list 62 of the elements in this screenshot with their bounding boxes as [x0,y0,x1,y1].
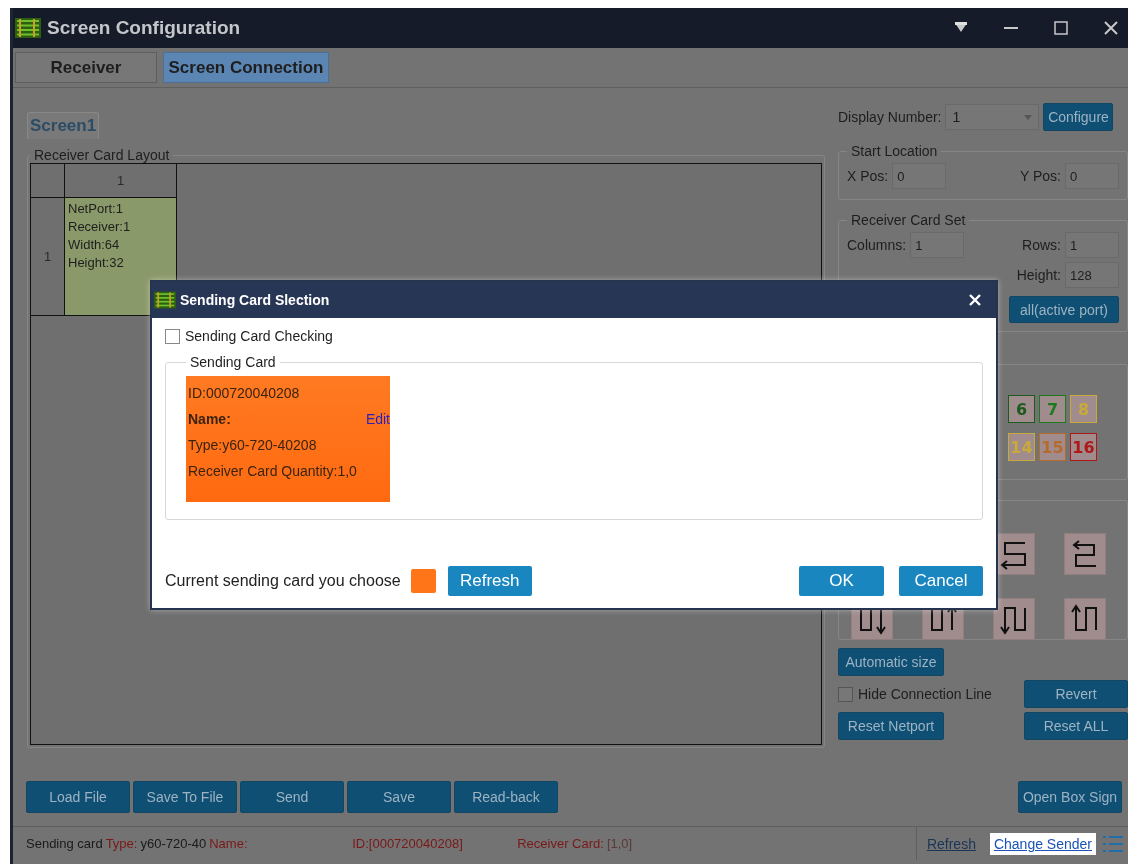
toolbar-button[interactable]: Save [347,781,451,813]
card-text: Type:y60-720-40208 [188,436,318,455]
status-text: y60-720-40 [140,836,207,851]
checkbox[interactable]: Hide Connection Line [838,686,992,702]
group-title: Sending Card [189,354,277,370]
group-title: Receiver Card Set [850,212,967,228]
field-label: Columns: [847,237,907,253]
card-text: ID:000720040208 [188,384,301,403]
group-title: Receiver Card Layout [33,147,171,163]
window-title: Screen Configuration [47,17,242,39]
field-label: Y Pos: [1020,168,1061,184]
status-text: Type: [105,836,138,851]
dialog-title: Sending Card Slection [180,292,331,308]
set-all-button[interactable]: all(active port) [1009,296,1119,323]
cancel-button[interactable]: Cancel [899,566,983,596]
field-label: Rows: [1022,237,1061,253]
tab[interactable]: Screen Connection [163,52,329,83]
ok-button[interactable]: OK [799,566,884,596]
toolbar-button[interactable]: Read-back [454,781,558,813]
status-text: Name: [209,836,249,851]
toolbar-button[interactable]: Load File [26,781,130,813]
reset-netport-button[interactable]: Reset Netport [838,712,944,740]
input-field[interactable]: 1 [910,232,965,258]
status-text: [1,0] [606,836,633,851]
receiver-card-cell[interactable]: NetPort:1 Receiver:1 Width:64 Height:32 [65,198,177,316]
refresh-button[interactable]: Refresh [447,566,532,596]
card-text: Receiver Card Quantity:1,0 [188,462,358,481]
status-text: ID:[000720040208] [352,836,464,851]
screen-tab[interactable]: Screen1 [27,112,100,139]
input-field[interactable]: 128 [1065,262,1119,288]
status-text: Receiver Card: [517,836,604,851]
open-box-sign-button[interactable]: Open Box Sign [1018,781,1122,813]
input-field[interactable]: 0 [1065,163,1119,189]
configure-button[interactable]: Configure [1043,103,1114,131]
reset-all-button[interactable]: Reset ALL [1024,712,1128,740]
field-label: Height: [1016,267,1061,283]
sending-card[interactable]: ID:000720040208 Name: Edit Type:y60-720-40208 Receiver Card Quantity:1,0 [186,376,390,502]
input-field[interactable]: 1 [1065,232,1119,258]
field-label: Display Number: [838,109,942,125]
toolbar-button[interactable]: Save To File [133,781,237,813]
edit-link[interactable]: Edit [365,406,390,432]
status-link[interactable]: Change Sender [989,832,1096,855]
dropdown-value: 1 [952,109,961,125]
input-field[interactable]: 0 [892,163,947,189]
field-label: X Pos: [847,168,889,184]
netport-tile[interactable]: 16 [1070,433,1097,461]
automatic-size-button[interactable]: Automatic size [838,648,944,676]
group-title: Start Location [850,143,939,159]
status-link[interactable]: Refresh [922,832,980,855]
tab[interactable]: Receiver [15,52,157,83]
toolbar-button[interactable]: Send [240,781,344,813]
cell-text: NetPort:1 [68,200,124,218]
netport-tile[interactable]: 6 [1008,395,1035,423]
revert-button[interactable]: Revert [1024,680,1128,708]
card-text: Name: [188,410,231,429]
cell-text: Receiver:1 [68,218,132,236]
status-text: Sending card [26,836,103,851]
cell-text: Width:64 [68,236,121,254]
checkbox[interactable]: Sending Card Checking [165,328,983,344]
display-number-dropdown[interactable]: 1 [945,104,1040,130]
cell-text: Height:32 [68,254,125,272]
footer-text: Current sending card you choose [165,572,401,590]
